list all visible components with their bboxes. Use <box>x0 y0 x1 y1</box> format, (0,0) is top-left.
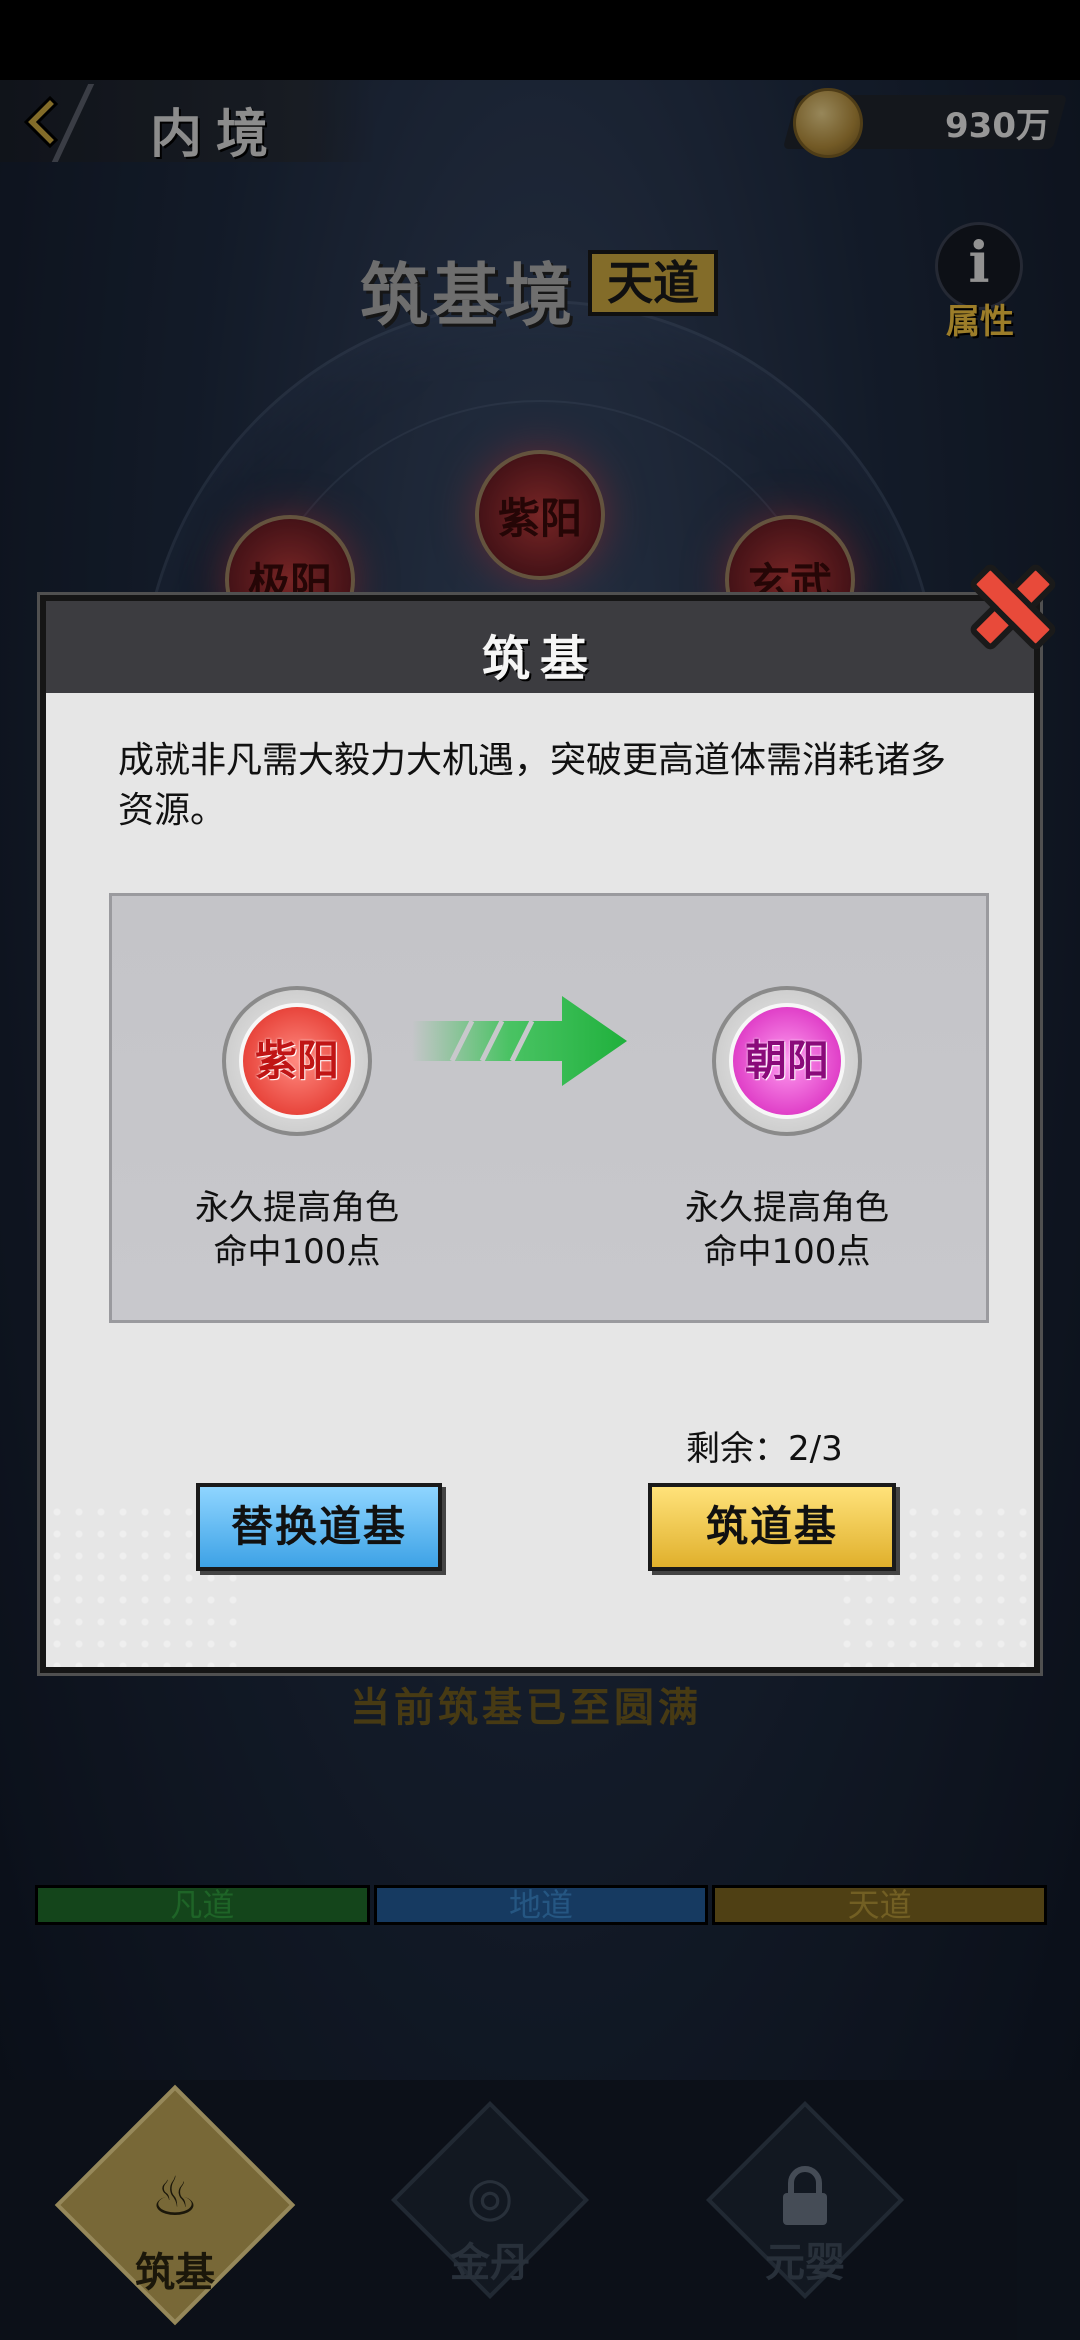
bonus-line: 永久提高角色 <box>685 1188 889 1228</box>
medal-inner: 紫阳 <box>239 1003 355 1119</box>
dialog-title: 筑基 <box>481 631 598 687</box>
next-bonus-text: 永久提高角色 命中100点 <box>637 1186 937 1274</box>
dialog-description: 成就非凡需大毅力大机遇，突破更高道体需消耗诸多资源。 <box>118 740 947 831</box>
close-button[interactable] <box>962 556 1064 658</box>
next-foundation-medal: 朝阳 <box>712 986 862 1136</box>
remaining-count: 剩余：2/3 <box>686 1429 843 1469</box>
green-arrow-right-icon <box>412 996 627 1086</box>
bonus-line: 命中100点 <box>213 1232 381 1272</box>
build-foundation-button[interactable]: 筑道基 <box>648 1483 896 1571</box>
upgrade-dialog: 筑基 成就非凡需大毅力大机遇，突破更高道体需消耗诸多资源。 紫阳 朝阳 永久提高… <box>40 595 1040 1673</box>
close-x-icon <box>970 564 1056 650</box>
compare-panel: 紫阳 朝阳 永久提高角色 命中100点 永久提高角色 命中100点 <box>109 893 989 1323</box>
bonus-line: 命中100点 <box>703 1232 871 1272</box>
current-foundation-name: 紫阳 <box>254 1036 339 1085</box>
current-foundation-medal: 紫阳 <box>222 986 372 1136</box>
bonus-line: 永久提高角色 <box>195 1188 399 1228</box>
replace-foundation-button[interactable]: 替换道基 <box>196 1483 442 1571</box>
next-foundation-name: 朝阳 <box>744 1036 829 1085</box>
current-bonus-text: 永久提高角色 命中100点 <box>147 1186 447 1274</box>
medal-inner: 朝阳 <box>729 1003 845 1119</box>
